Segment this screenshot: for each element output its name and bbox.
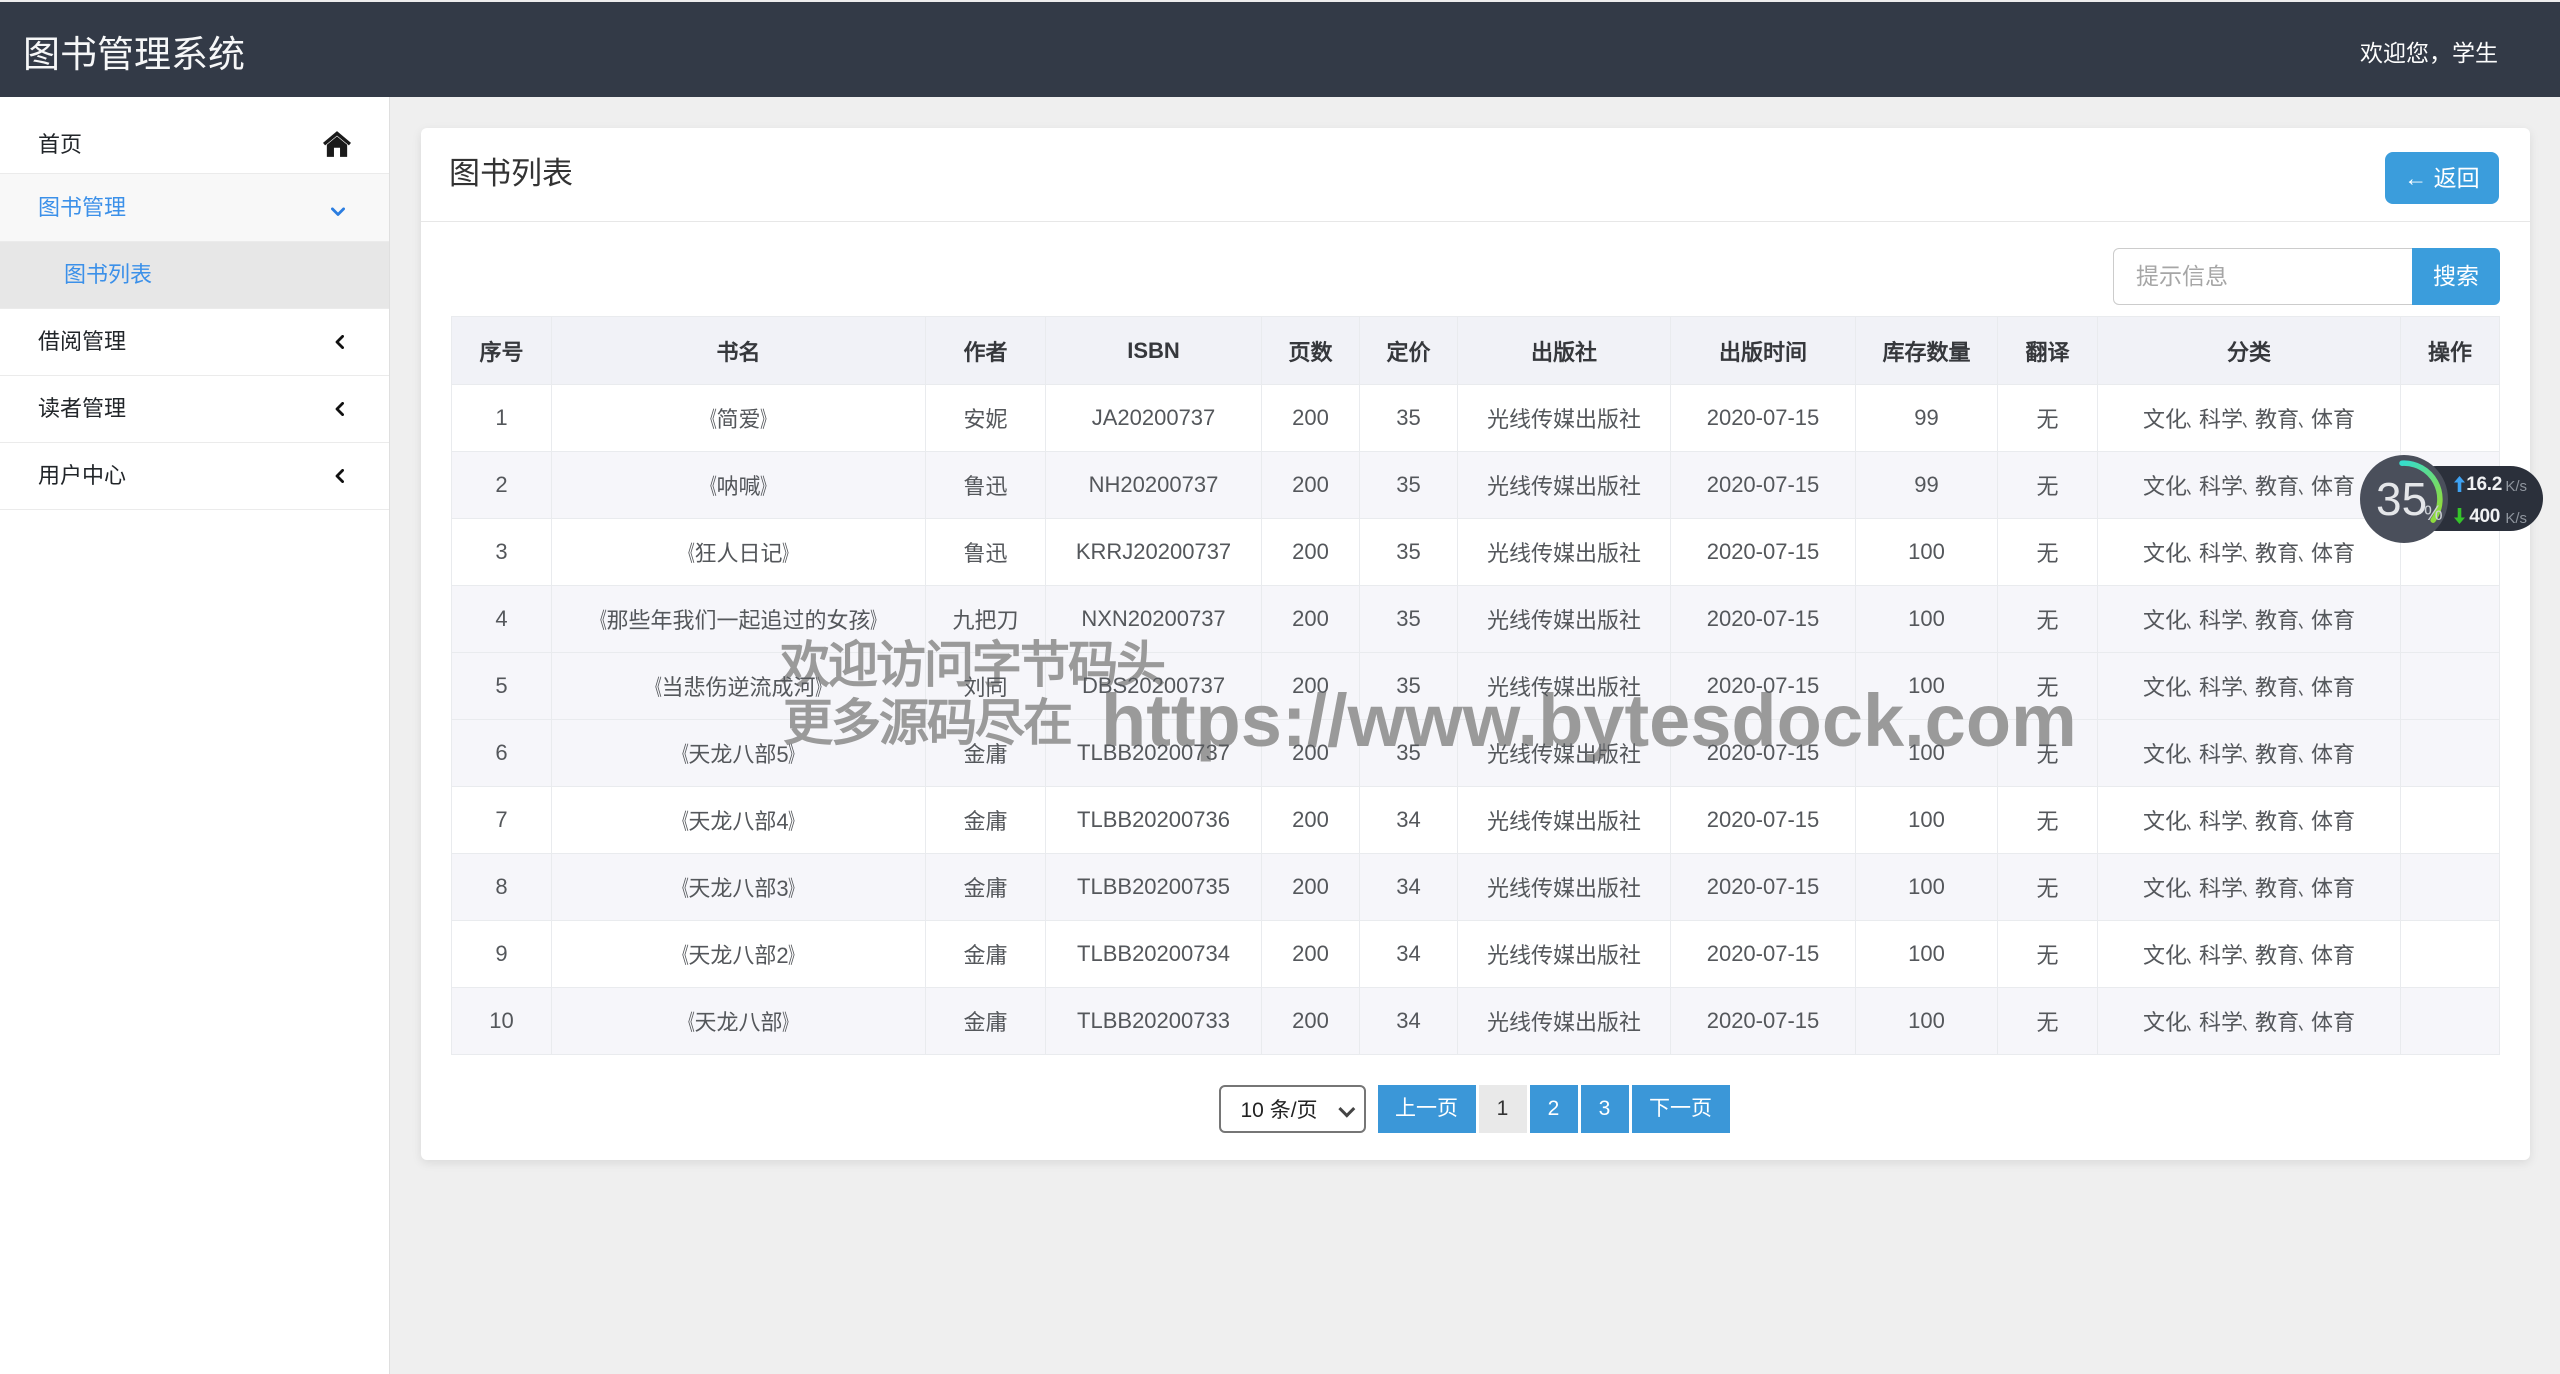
svg-text:%: % [2424, 502, 2443, 525]
svg-text:35: 35 [2376, 473, 2427, 525]
